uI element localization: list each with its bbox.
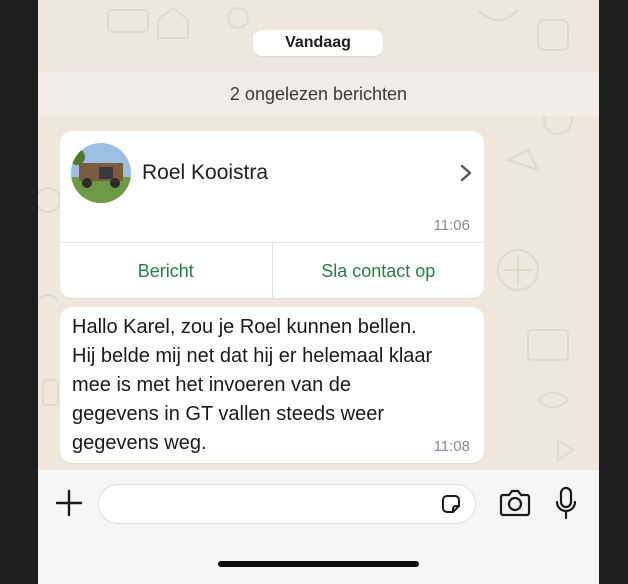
message-input[interactable]	[98, 484, 476, 524]
camera-icon[interactable]	[498, 489, 532, 517]
message-line: mee is met het invoeren van de	[72, 374, 352, 396]
message-contact-button[interactable]: Bericht	[60, 243, 272, 299]
message-line: gegevens weg.	[72, 432, 207, 454]
message-line: Hallo Karel, zou je Roel kunnen bellen.	[72, 316, 417, 338]
message-line: gegevens in GT vallen steeds weer	[72, 403, 385, 425]
message-bubble[interactable]: Hallo Karel, zou je Roel kunnen bellen. …	[60, 307, 484, 463]
contact-avatar[interactable]	[71, 143, 131, 203]
message-timestamp: 11:08	[433, 438, 470, 455]
sticker-icon[interactable]	[439, 492, 463, 516]
plus-icon[interactable]	[54, 488, 84, 518]
unread-messages-banner: 2 ongelezen berichten	[38, 72, 599, 116]
message-text: Hallo Karel, zou je Roel kunnen bellen. …	[72, 313, 482, 458]
composer-bar	[38, 470, 599, 584]
date-separator: Vandaag	[253, 30, 383, 56]
chat-screen: Vandaag 2 ongelezen berichten Roel Koois…	[38, 0, 599, 584]
contact-card-timestamp: 11:06	[433, 217, 470, 234]
shared-contact-card[interactable]: Roel Kooistra 11:06 Bericht Sla contact …	[60, 131, 484, 299]
save-contact-button[interactable]: Sla contact op	[271, 243, 485, 299]
message-line: Hij belde mij net dat hij er helemaal kl…	[72, 345, 433, 367]
home-indicator[interactable]	[218, 561, 419, 567]
chevron-right-icon[interactable]	[458, 163, 474, 183]
microphone-icon[interactable]	[554, 486, 578, 520]
contact-name[interactable]: Roel Kooistra	[142, 161, 268, 185]
contact-card-actions: Bericht Sla contact op	[60, 242, 484, 299]
